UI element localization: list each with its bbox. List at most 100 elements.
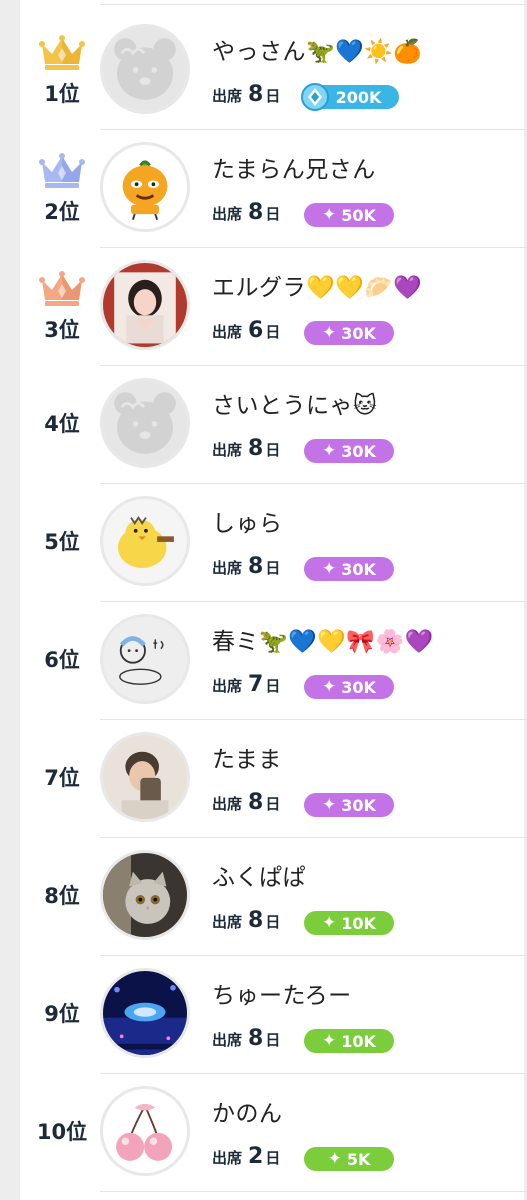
attendance-unit: 日 <box>265 323 281 341</box>
ranking-row[interactable]: 10位 かのん 出席 2 日 ✦ 5K <box>0 1074 527 1192</box>
rank-label: 10位 <box>36 1120 88 1144</box>
attendance: 出席 8 日 <box>212 82 280 110</box>
attendance-unit: 日 <box>265 913 281 931</box>
rank-label: 9位 <box>44 1002 80 1026</box>
ranking-row[interactable]: 2位 たまらん兄さん 出席 8 日 ✦ 50K <box>0 130 527 248</box>
user-avatar[interactable] <box>100 1086 190 1176</box>
user-avatar[interactable] <box>100 496 190 586</box>
rank-cell: 5位 <box>20 484 100 602</box>
user-avatar[interactable] <box>100 24 190 114</box>
rank-cell: 6位 <box>20 602 100 720</box>
attendance-unit: 日 <box>265 795 281 813</box>
attendance-label: 出席 <box>212 913 243 931</box>
user-avatar[interactable] <box>100 850 190 940</box>
silver-crown-icon <box>39 152 85 190</box>
ranking-row[interactable]: 4位 さいとうにゃ🐱 出席 8 日 ✦ 30K <box>0 366 527 484</box>
rank-label: 3位 <box>44 318 80 342</box>
rank-label: 2位 <box>44 200 80 224</box>
badge-value: 10K <box>341 1031 376 1051</box>
attendance-label: 出席 <box>212 795 243 813</box>
rank-cell: 2位 <box>20 130 100 248</box>
ranking-row[interactable]: 8位 ふくぱぱ 出席 8 日 ✦ 10K <box>0 838 527 956</box>
points-badge: ✦ 30K <box>304 439 394 463</box>
rank-label: 6位 <box>44 648 80 672</box>
rank-label: 4位 <box>44 412 80 436</box>
points-badge: ✦ 30K <box>304 793 394 817</box>
attendance-days: 8 <box>248 554 264 579</box>
attendance-label: 出席 <box>212 87 243 105</box>
attendance-days: 8 <box>248 790 264 815</box>
badge-value: 200K <box>335 87 382 107</box>
badge-value: 5K <box>346 1149 371 1169</box>
attendance: 出席 8 日 <box>212 200 280 228</box>
bronze-crown-icon <box>39 270 85 308</box>
sparkle-icon: ✦ <box>322 558 337 579</box>
user-name[interactable]: しゅら <box>212 504 283 538</box>
ranking-row[interactable]: 5位 しゅら 出席 8 日 ✦ 30K <box>0 484 527 602</box>
user-avatar[interactable] <box>100 142 190 232</box>
attendance: 出席 7 日 <box>212 672 280 700</box>
sparkle-icon: ✦ <box>322 1030 337 1051</box>
badge-value: 30K <box>341 323 376 343</box>
ranking-row[interactable]: 7位 たまま 出席 8 日 ✦ 30K <box>0 720 527 838</box>
ranking-row[interactable]: 3位 エルグラ💛💛🥟💜 出席 6 日 ✦ 30K <box>0 248 527 366</box>
attendance-unit: 日 <box>265 205 281 223</box>
attendance-label: 出席 <box>212 1031 243 1049</box>
attendance: 出席 8 日 <box>212 436 280 464</box>
user-avatar[interactable] <box>100 732 190 822</box>
ranking-list: 1位 やっさん🦖💙☀️🍊 出席 8 日 200K 2位 たまらん兄さん 出席 8… <box>0 12 527 1192</box>
attendance: 出席 8 日 <box>212 1026 280 1054</box>
badge-value: 30K <box>341 559 376 579</box>
rank-label: 1位 <box>44 82 80 106</box>
rank-label: 7位 <box>44 766 80 790</box>
badge-value: 30K <box>341 677 376 697</box>
attendance: 出席 2 日 <box>212 1144 280 1172</box>
attendance: 出席 8 日 <box>212 790 280 818</box>
ranking-row[interactable]: 6位 春ミ🦖💙💛🎀🌸💜 出席 7 日 ✦ 30K <box>0 602 527 720</box>
attendance-label: 出席 <box>212 559 243 577</box>
attendance-label: 出席 <box>212 1149 243 1167</box>
user-name[interactable]: やっさん🦖💙☀️🍊 <box>212 32 423 66</box>
attendance-days: 7 <box>248 672 264 697</box>
user-name[interactable]: たまらん兄さん <box>212 150 376 184</box>
attendance-days: 8 <box>248 436 264 461</box>
points-badge: ✦ 30K <box>304 557 394 581</box>
ranking-row[interactable]: 1位 やっさん🦖💙☀️🍊 出席 8 日 200K <box>0 12 527 130</box>
user-avatar[interactable] <box>100 260 190 350</box>
attendance-label: 出席 <box>212 677 243 695</box>
attendance-unit: 日 <box>265 559 281 577</box>
rank-label: 8位 <box>44 884 80 908</box>
attendance-days: 8 <box>248 908 264 933</box>
user-avatar[interactable] <box>100 614 190 704</box>
diamond-icon <box>301 83 329 111</box>
badge-value: 10K <box>341 913 376 933</box>
user-name[interactable]: 春ミ🦖💙💛🎀🌸💜 <box>212 622 434 656</box>
user-name[interactable]: かのん <box>212 1094 283 1128</box>
rank-cell: 9位 <box>20 956 100 1074</box>
attendance-days: 8 <box>248 82 264 107</box>
rank-cell: 1位 <box>20 12 100 130</box>
user-avatar[interactable] <box>100 378 190 468</box>
attendance-label: 出席 <box>212 441 243 459</box>
rank-cell: 10位 <box>20 1074 100 1192</box>
user-avatar[interactable] <box>100 968 190 1058</box>
rank-cell: 4位 <box>20 366 100 484</box>
attendance-days: 8 <box>248 200 264 225</box>
sparkle-icon: ✦ <box>322 676 337 697</box>
user-name[interactable]: ふくぱぱ <box>212 858 306 892</box>
attendance-unit: 日 <box>265 1031 281 1049</box>
badge-value: 50K <box>341 205 376 225</box>
points-badge: ✦ 10K <box>304 1029 394 1053</box>
ranking-row[interactable]: 9位 ちゅーたろー 出席 8 日 ✦ 10K <box>0 956 527 1074</box>
sparkle-icon: ✦ <box>322 322 337 343</box>
user-name[interactable]: エルグラ💛💛🥟💜 <box>212 268 423 302</box>
user-name[interactable]: ちゅーたろー <box>212 976 352 1010</box>
sparkle-icon: ✦ <box>322 204 337 225</box>
attendance-days: 2 <box>248 1144 264 1169</box>
user-name[interactable]: たまま <box>212 740 282 774</box>
gold-crown-icon <box>39 34 85 72</box>
user-name[interactable]: さいとうにゃ🐱 <box>212 386 377 420</box>
rank-cell: 8位 <box>20 838 100 956</box>
points-badge: ✦ 30K <box>304 675 394 699</box>
attendance-unit: 日 <box>265 1149 281 1167</box>
